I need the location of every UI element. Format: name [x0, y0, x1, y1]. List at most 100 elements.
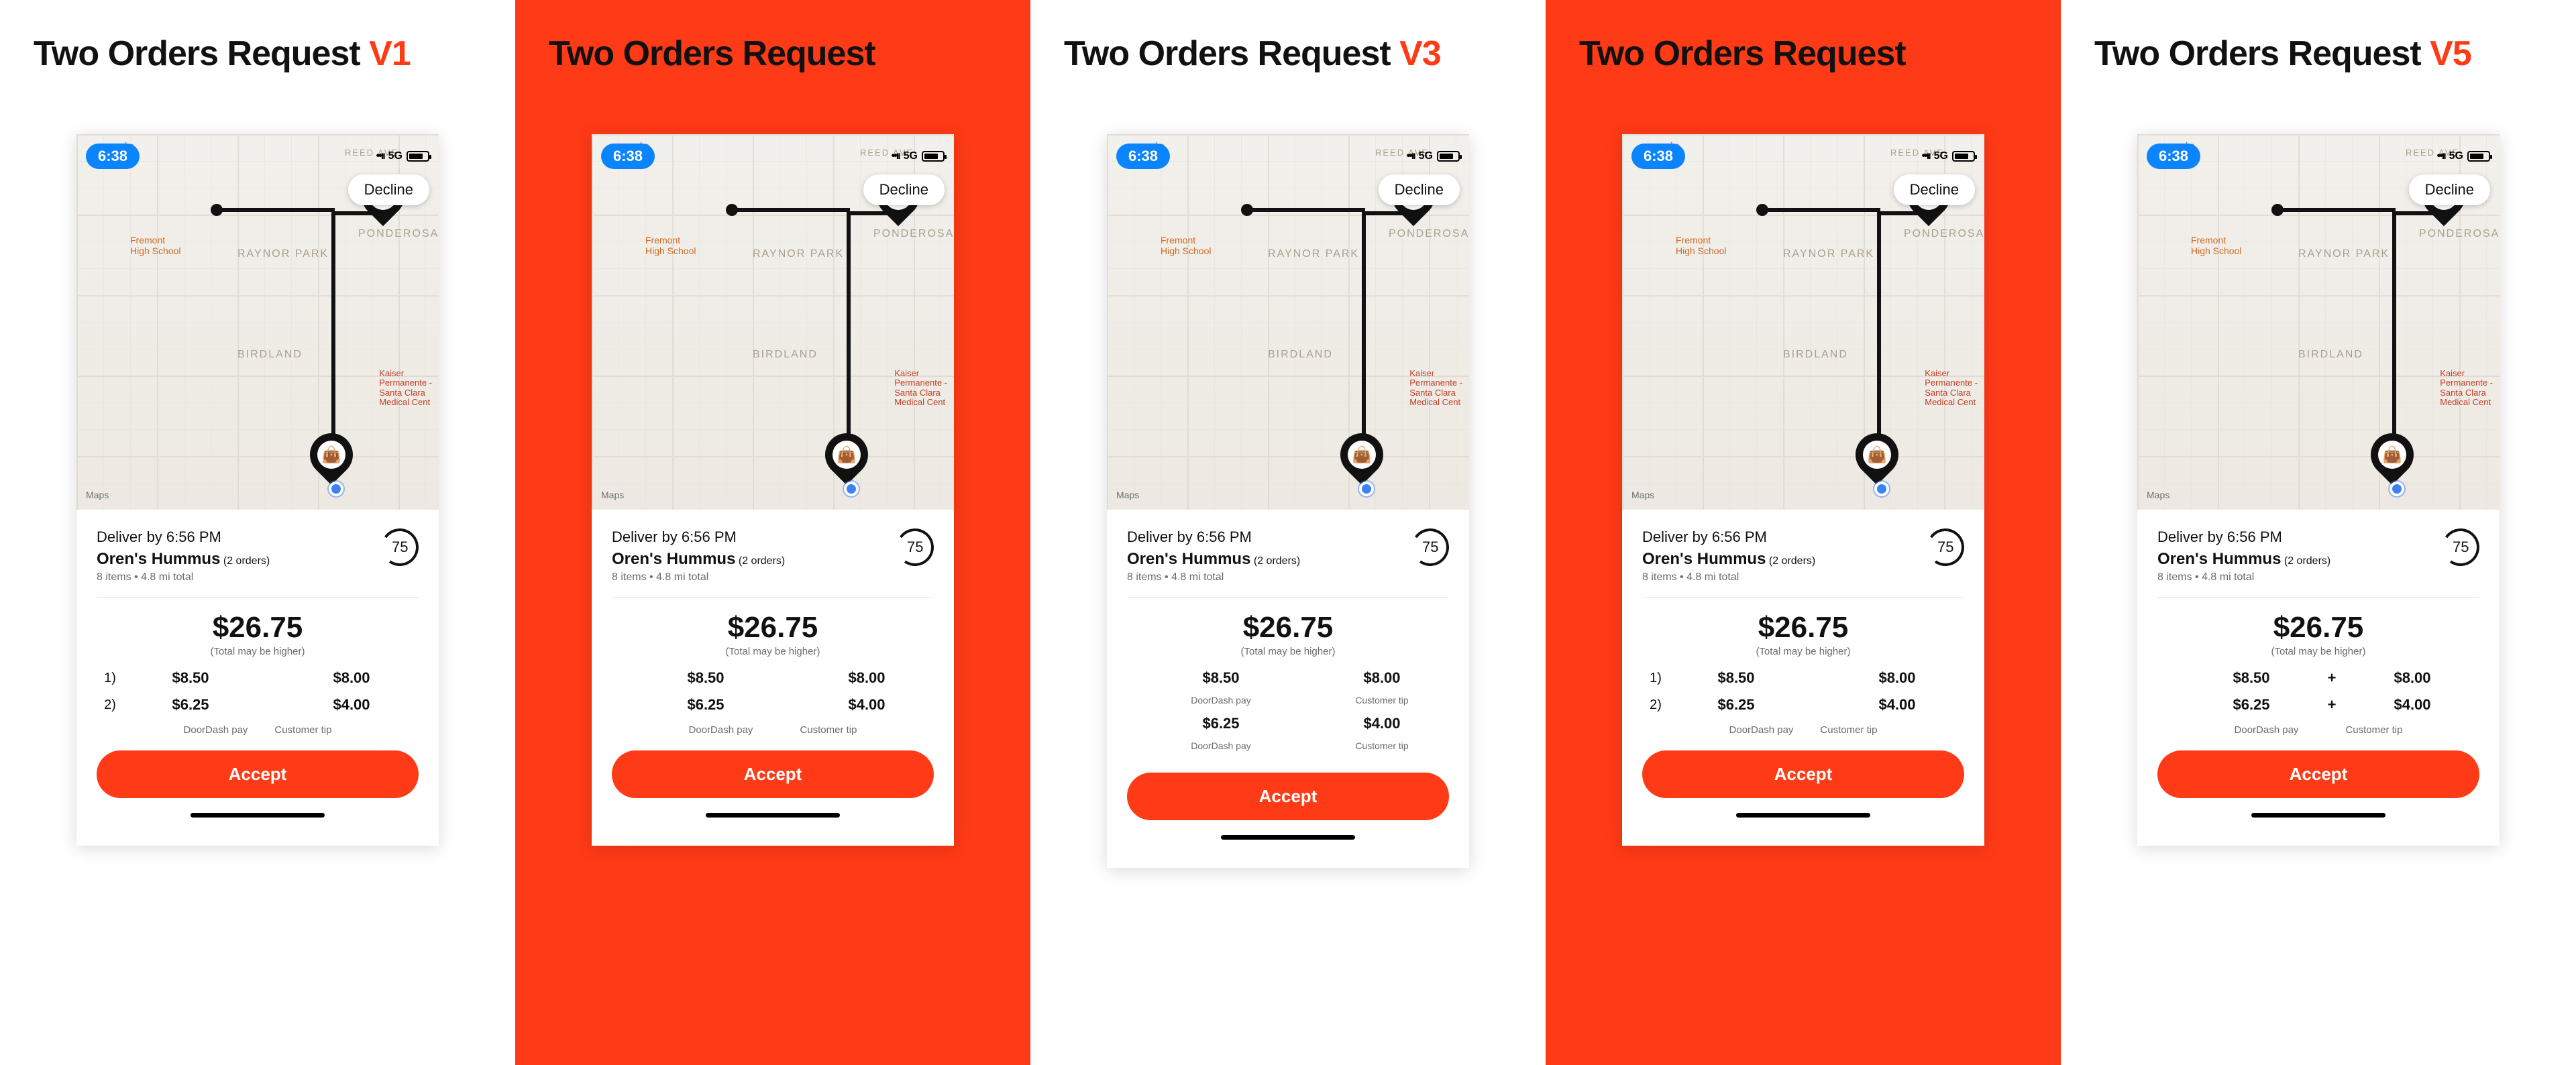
customer-tip-value: $8.00: [1878, 669, 1915, 687]
deliver-by-label: Deliver by 6:56 PM: [2157, 528, 2479, 546]
signal-icon: ••ıı: [892, 150, 900, 162]
customer-tip-value: $8.00: [848, 669, 885, 687]
network-label: 5G: [904, 150, 918, 162]
deliver-by-label: Deliver by 6:56 PM: [612, 528, 934, 546]
tip-label: Customer tip: [274, 724, 331, 736]
accept-button[interactable]: Accept: [1127, 773, 1449, 820]
plus-separator: +: [2328, 696, 2337, 714]
accept-button[interactable]: Accept: [612, 750, 934, 798]
bag-icon: 👜: [1348, 441, 1376, 469]
route-waypoint: [1756, 204, 1768, 216]
pickup-pin-icon: 👜: [816, 425, 877, 486]
status-bar: 6:38 ••ıı 5G: [601, 144, 945, 169]
maps-logo: Maps: [601, 490, 624, 500]
breakdown-legend: DoorDash payCustomer tip: [1642, 724, 1964, 736]
map-neighborhood-label: PONDEROSA: [1904, 228, 1984, 240]
title-version: V3: [1399, 34, 1441, 73]
restaurant-line: Oren's Hummus (2 orders): [1127, 550, 1449, 569]
order-card: Deliver by 6:56 PMOren's Hummus (2 order…: [1622, 510, 1984, 846]
pay-breakdown: 1)$8.50+$8.002)$6.25+$4.00: [1642, 669, 1964, 714]
battery-icon: [2467, 151, 2490, 162]
doordash-pay-value: $6.25: [1717, 696, 1754, 714]
clock-pill: 6:38: [601, 144, 655, 169]
doordash-pay-value: $8.50: [2233, 669, 2269, 687]
map-view: 6:38••ıı5GDeclinenyvaleRAYNOR PARKBIRDLA…: [1622, 134, 1984, 510]
phone-mockup: 6:38••ıı5GDeclinenyvaleRAYNOR PARKBIRDLA…: [1622, 134, 1984, 846]
route-segment: [1763, 208, 1880, 212]
map-poi-label: KaiserPermanente -Santa ClaraMedical Cen…: [894, 369, 947, 407]
accept-button[interactable]: Accept: [97, 750, 419, 798]
battery-icon: [407, 151, 429, 162]
decline-button[interactable]: Decline: [348, 174, 429, 205]
items-distance-label: 8 items • 4.8 mi total: [2157, 571, 2479, 583]
signal-icon: ••ıı: [1922, 150, 1930, 162]
decline-button[interactable]: Decline: [1894, 174, 1975, 205]
status-bar: 6:38••ıı5G: [1116, 144, 1460, 169]
pickup-pin-icon: 👜: [301, 425, 362, 486]
orders-count: (2 orders): [223, 555, 270, 567]
total-amount: $26.75: [612, 611, 934, 644]
accept-button[interactable]: Accept: [1642, 750, 1964, 798]
signal-icon: ••ıı: [376, 150, 384, 162]
pay-breakdown: 1)$8.50+$8.002)$6.25+$4.00: [2157, 669, 2479, 714]
pay-breakdown: 1)$8.50+$8.00DoorDash payCustomer tip2)$…: [1127, 669, 1449, 751]
route-segment: [2278, 208, 2396, 212]
battery-icon: [922, 151, 945, 162]
title-version: V5: [2430, 34, 2471, 73]
bag-icon: 👜: [317, 441, 345, 469]
acceptance-score-value: 75: [2453, 539, 2469, 556]
route-waypoint: [1241, 204, 1253, 216]
network-label: 5G: [388, 150, 402, 162]
map-neighborhood-label: BIRDLAND: [237, 349, 303, 361]
phone-mockup: 6:38••ıı5GDeclinenyvaleRAYNOR PARKBIRDLA…: [592, 134, 954, 846]
map-neighborhood-label: PONDEROSA: [2419, 228, 2500, 240]
home-indicator: [1221, 835, 1355, 840]
variant-title: Two Orders Request V2: [549, 34, 997, 74]
breakdown-row: 1)$8.50+$8.00: [612, 669, 934, 687]
home-indicator: [706, 813, 840, 818]
route-segment: [1248, 208, 1365, 212]
variant-panel: Two Orders Request V36:38••ıı5GDeclineny…: [1030, 0, 1546, 1065]
map-neighborhood-label: RAYNOR PARK: [237, 248, 329, 260]
decline-button[interactable]: Decline: [1379, 174, 1460, 205]
breakdown-row: 1)$8.50+$8.00: [2157, 669, 2479, 687]
route-segment: [217, 208, 335, 212]
card-header: Deliver by 6:56 PMOren's Hummus (2 order…: [1127, 528, 1449, 598]
breakdown-row: 1)$8.50+$8.00: [97, 669, 419, 687]
variant-title: Two Orders Request V5: [2094, 34, 2542, 74]
home-indicator: [1736, 813, 1870, 818]
map-poi-label: KaiserPermanente -Santa ClaraMedical Cen…: [1409, 369, 1462, 407]
map-neighborhood-label: PONDEROSA: [358, 228, 439, 240]
customer-tip-value: $4.00: [1878, 696, 1915, 714]
route-waypoint: [211, 204, 223, 216]
breakdown-legend: DoorDash payCustomer tip: [97, 724, 419, 736]
battery-icon: [1437, 151, 1460, 162]
orders-count: (2 orders): [1254, 555, 1300, 567]
map-poi-label: KaiserPermanente -Santa ClaraMedical Cen…: [1925, 369, 1978, 407]
order-card: Deliver by 6:56 PM Oren's Hummus (2 order…: [592, 510, 954, 846]
variant-panel: Two Orders Request V16:38••ıı5GDeclineny…: [0, 0, 515, 1065]
acceptance-score-value: 75: [1422, 539, 1438, 556]
map-neighborhood-label: RAYNOR PARK: [2298, 248, 2390, 260]
decline-button[interactable]: Decline: [863, 174, 945, 205]
accept-button[interactable]: Accept: [2157, 750, 2479, 798]
items-distance-label: 8 items • 4.8 mi total: [1127, 571, 1449, 583]
total-hint: (Total may be higher): [97, 646, 419, 657]
doordash-pay-value: $6.25: [2233, 696, 2269, 714]
route-waypoint: [2271, 204, 2284, 216]
orders-count: (2 orders): [739, 555, 785, 567]
clock-pill: 6:38: [1116, 144, 1170, 169]
bag-icon: 👜: [833, 441, 861, 469]
breakdown-row: 2)$6.25+$4.00: [97, 696, 419, 714]
route-segment: [847, 211, 851, 446]
map-poi-label: FremontHigh School: [645, 235, 696, 256]
customer-tip-value: $4.00: [333, 696, 370, 714]
title-base: Two Orders Request: [34, 34, 360, 73]
card-header: Deliver by 6:56 PM Oren's Hummus (2 order…: [612, 528, 934, 598]
decline-button[interactable]: Decline: [2409, 174, 2490, 205]
breakdown-row: 2)$6.25+$4.00: [2157, 696, 2479, 714]
variant-panel: Two Orders Request V46:38••ıı5GDeclineny…: [1546, 0, 2061, 1065]
map-poi-label: KaiserPermanente -Santa ClaraMedical Cen…: [379, 369, 432, 407]
restaurant-line: Oren's Hummus (2 orders): [612, 550, 934, 569]
map-poi-label: FremontHigh School: [2191, 235, 2242, 256]
